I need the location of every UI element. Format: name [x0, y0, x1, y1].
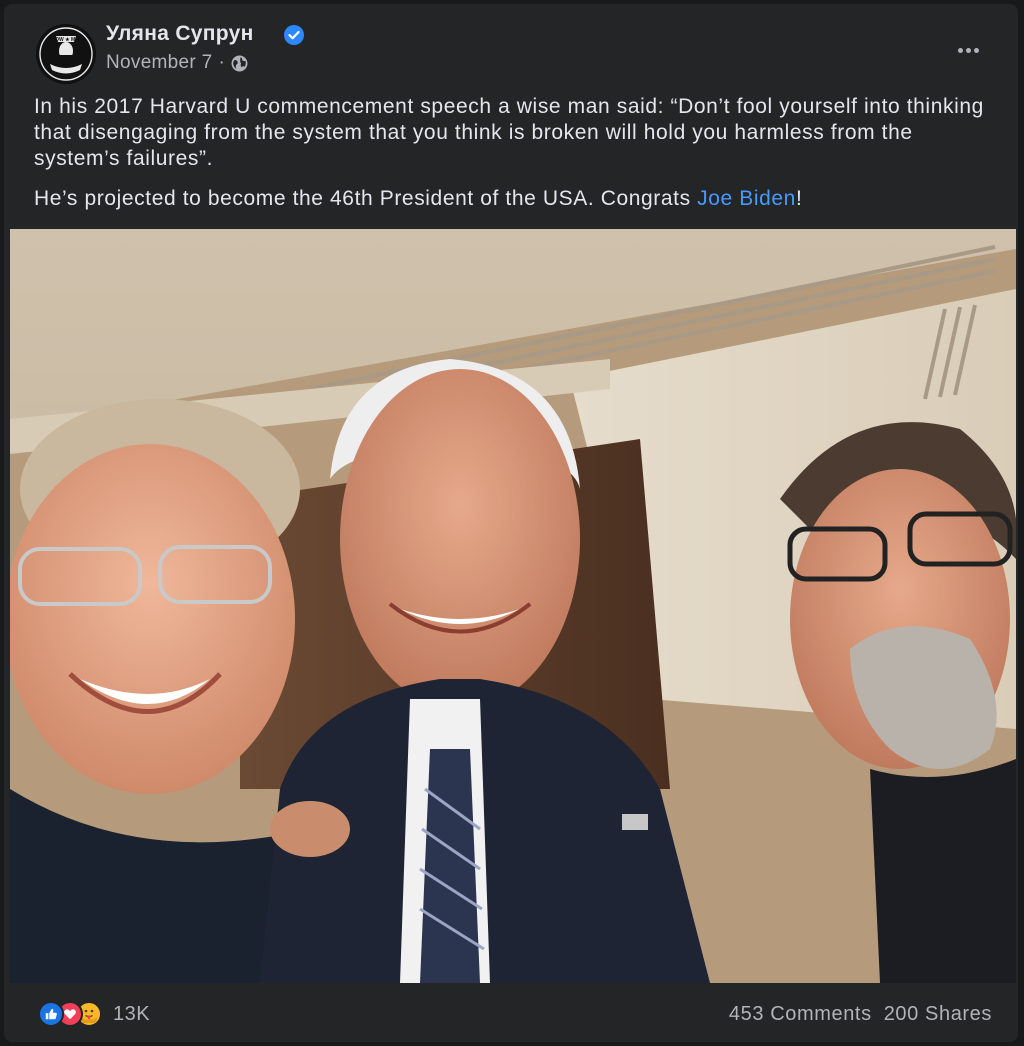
- more-dot-icon: [965, 47, 971, 53]
- avatar-logo-text: POW ★ MIA: [52, 37, 81, 43]
- post-date[interactable]: November 7: [106, 52, 213, 74]
- meta-separator: ·: [218, 52, 226, 73]
- engagement-counts: 453 Comments 200 Shares: [729, 1003, 992, 1026]
- author-avatar[interactable]: POW ★ MIA: [36, 24, 96, 84]
- post-photo[interactable]: [10, 229, 1016, 983]
- reactions-summary[interactable]: 13K: [38, 1000, 150, 1028]
- mention-link-joe-biden[interactable]: Joe Biden: [697, 187, 796, 210]
- more-dot-icon: [973, 47, 979, 53]
- verified-badge-icon: [284, 25, 304, 45]
- pow-mia-logo: POW ★ MIA: [36, 24, 96, 84]
- selfie-photo: [10, 229, 1016, 983]
- reaction-count: 13K: [113, 1002, 151, 1025]
- shares-link[interactable]: 200 Shares: [884, 1003, 992, 1026]
- comments-link[interactable]: 453 Comments: [729, 1003, 872, 1026]
- post-paragraph-quote: In his 2017 Harvard U commencement speec…: [34, 95, 984, 170]
- facebook-post: POW ★ MIA Уляна Супрун November 7 · In h…: [4, 4, 1018, 1042]
- more-options-button[interactable]: [948, 32, 988, 68]
- post-meta: November 7 ·: [106, 52, 248, 74]
- post-paragraph-congrats: He’s projected to become the 46th Presid…: [34, 186, 999, 212]
- globe-icon[interactable]: [231, 55, 248, 72]
- author-name[interactable]: Уляна Супрун: [106, 22, 254, 46]
- congrats-exclamation: !: [795, 187, 803, 210]
- post-text: In his 2017 Harvard U commencement speec…: [34, 94, 999, 212]
- like-icon: [38, 1001, 64, 1027]
- more-dot-icon: [957, 47, 963, 53]
- congrats-text: He’s projected to become the 46th Presid…: [34, 187, 698, 210]
